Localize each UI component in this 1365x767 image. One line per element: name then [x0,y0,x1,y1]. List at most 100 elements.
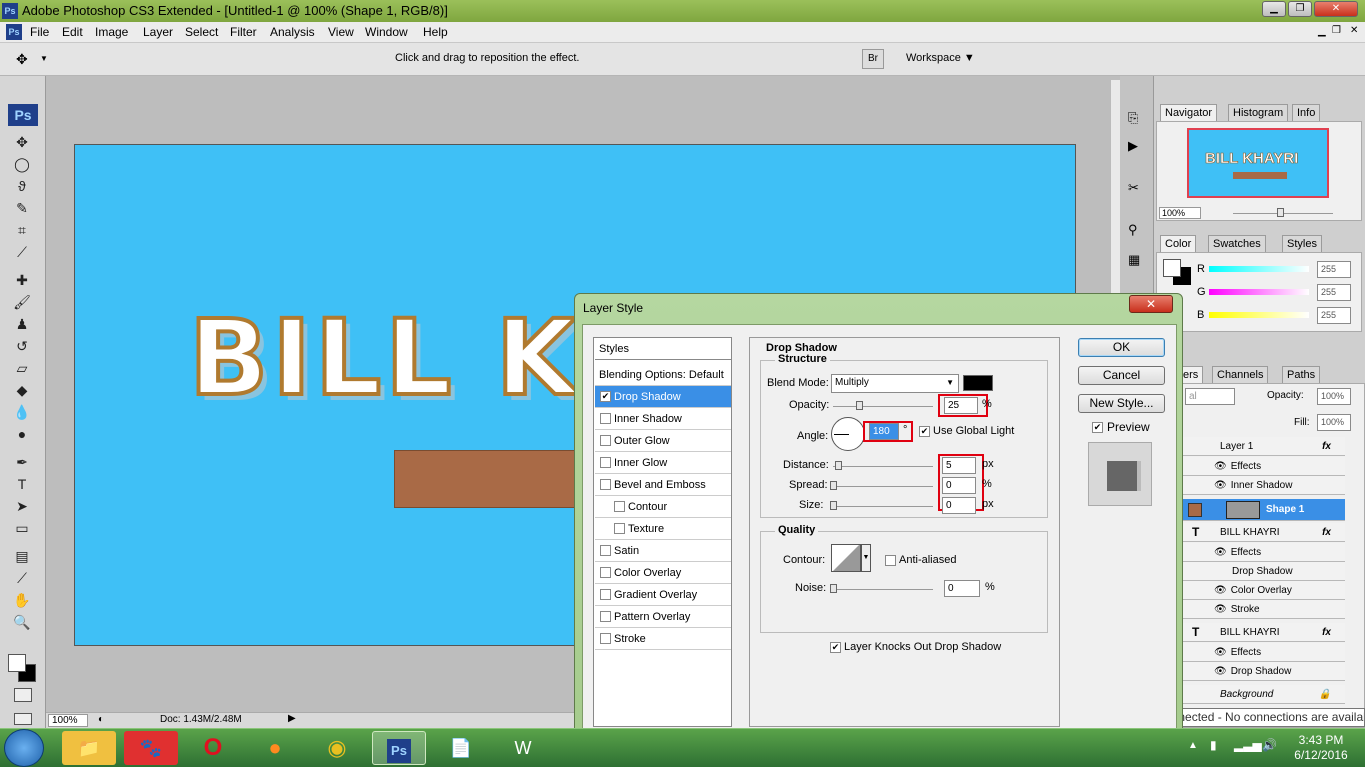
paper-icon[interactable]: 📄 [434,731,488,765]
layer-row-effects-2[interactable]: 👁 Effects [1182,543,1345,562]
eye-icon[interactable]: 👁 [1214,461,1227,472]
tab-histogram[interactable]: Histogram [1228,104,1289,121]
layer-row-bill-khayri-1[interactable]: T BILL KHAYRI fx [1182,523,1345,542]
eye-icon[interactable]: 👁 [1214,604,1227,615]
r-slider[interactable] [1209,266,1309,272]
chevron-down-icon[interactable]: ▼ [861,544,871,572]
layer-row-drop-shadow-2[interactable]: 👁 Drop Shadow [1182,662,1345,681]
contour-checkbox[interactable] [614,501,625,512]
chrome-icon[interactable]: ◉ [310,731,364,765]
style-outer-glow[interactable]: Outer Glow [595,430,731,452]
clock[interactable]: 3:43 PM 6/12/2016 [1286,733,1356,763]
gradient-overlay-checkbox[interactable] [600,589,611,600]
satin-checkbox[interactable] [600,545,611,556]
ok-button[interactable]: OK [1078,338,1165,357]
eye-icon[interactable]: 👁 [1214,585,1227,596]
navigator-thumbnail[interactable]: BILL KHAYRI [1187,128,1329,198]
crop-icon[interactable]: ⌗ [11,220,33,240]
style-bevel-emboss[interactable]: Bevel and Emboss [595,474,731,496]
healing-brush-icon[interactable]: ✚ [11,270,33,290]
magic-wand-icon[interactable]: ✎ [11,198,33,218]
opera-icon[interactable]: O [186,731,240,765]
knockout-checkbox[interactable]: ✔ [830,642,841,653]
eraser-icon[interactable]: ▱ [11,358,33,378]
inner-glow-checkbox[interactable] [600,457,611,468]
pattern-overlay-checkbox[interactable] [600,611,611,622]
paint-bucket-icon[interactable]: ◆ [11,380,33,400]
menu-analysis[interactable]: Analysis [270,25,315,39]
angle-field[interactable]: 180 [869,423,899,440]
eye-icon[interactable]: 👁 [1214,480,1227,491]
distance-slider[interactable] [833,466,933,467]
photoshop-taskbar-button[interactable]: Ps [372,731,426,765]
dodge-icon[interactable]: ● [11,424,33,444]
opacity-knob[interactable] [856,401,863,410]
distance-field[interactable]: 5 [942,457,976,474]
b-slider[interactable] [1209,312,1309,318]
doc-close-icon[interactable]: ✕ [1350,25,1358,36]
anti-aliased-checkbox[interactable] [885,555,896,566]
app-icon[interactable]: 🐾 [124,731,178,765]
tray-volume-icon[interactable]: 🔊 [1262,738,1277,752]
actions-icon[interactable]: ▶ [1128,138,1138,154]
layer-row-effects-3[interactable]: 👁 Effects [1182,643,1345,662]
opacity-field[interactable]: 25 [944,397,978,414]
explorer-icon[interactable]: 📁 [62,731,116,765]
menu-layer[interactable]: Layer [143,25,173,39]
status-arrow-icon[interactable]: ▶ [288,713,296,724]
eye-icon[interactable]: 👁 [1214,547,1227,558]
zoom-icon[interactable]: 🔍 [11,612,33,632]
noise-slider[interactable] [833,589,933,590]
layer-opacity[interactable]: 100% [1317,388,1351,405]
hand-icon[interactable]: ✋ [11,590,33,610]
word-icon[interactable]: W [496,731,550,765]
angle-dial[interactable] [831,417,865,451]
style-blending-options[interactable]: Blending Options: Default [595,364,731,386]
style-gradient-overlay[interactable]: Gradient Overlay [595,584,731,606]
size-field[interactable]: 0 [942,497,976,514]
b-value[interactable]: 255 [1317,307,1351,324]
tab-paths[interactable]: Paths [1282,366,1321,383]
size-knob[interactable] [830,501,837,510]
firefox-icon[interactable]: ● [248,731,302,765]
noise-field[interactable]: 0 [944,580,980,597]
tray-network-icon[interactable]: ▂▃▅ [1234,738,1262,752]
dialog-close-button[interactable]: ✕ [1129,295,1173,313]
bevel-checkbox[interactable] [600,479,611,490]
style-texture[interactable]: Texture [595,518,731,540]
distance-knob[interactable] [835,461,842,470]
style-color-overlay[interactable]: Color Overlay [595,562,731,584]
new-style-button[interactable]: New Style... [1078,394,1165,413]
tab-styles[interactable]: Styles [1282,235,1322,252]
history-brush-icon[interactable]: ↺ [11,336,33,356]
tab-navigator[interactable]: Navigator [1160,104,1218,121]
global-light-checkbox[interactable]: ✔ [919,426,930,437]
workspace-button[interactable]: Workspace ▼ [906,52,975,64]
zoom-field[interactable]: 100% [48,714,88,727]
size-slider[interactable] [833,506,933,507]
spread-slider[interactable] [833,486,933,487]
shadow-color-swatch[interactable] [963,375,993,391]
cancel-button[interactable]: Cancel [1078,366,1165,385]
stroke-checkbox[interactable] [600,633,611,644]
tray-arrow-icon[interactable]: ▲ [1188,740,1198,751]
lasso-icon[interactable]: ϑ [11,176,33,196]
contour-preview[interactable] [831,544,861,572]
brush-icon[interactable]: 🖌 [11,292,33,312]
opacity-slider[interactable] [833,406,933,407]
outer-glow-checkbox[interactable] [600,435,611,446]
style-contour[interactable]: Contour [595,496,731,518]
style-inner-shadow[interactable]: Inner Shadow [595,408,731,430]
menu-select[interactable]: Select [185,25,218,39]
layer-row-drop-shadow[interactable]: Drop Shadow [1182,562,1345,581]
tab-swatches[interactable]: Swatches [1208,235,1266,252]
style-pattern-overlay[interactable]: Pattern Overlay [595,606,731,628]
g-slider[interactable] [1209,289,1309,295]
history-icon[interactable]: ⎘ [1128,110,1138,126]
maximize-button[interactable]: ❐ [1288,1,1312,17]
close-button[interactable]: ✕ [1314,1,1358,17]
start-button[interactable] [4,729,44,767]
style-stroke[interactable]: Stroke [595,628,731,650]
tab-channels[interactable]: Channels [1212,366,1269,383]
layer-row-layer1[interactable]: Layer 1 fx [1182,437,1345,456]
